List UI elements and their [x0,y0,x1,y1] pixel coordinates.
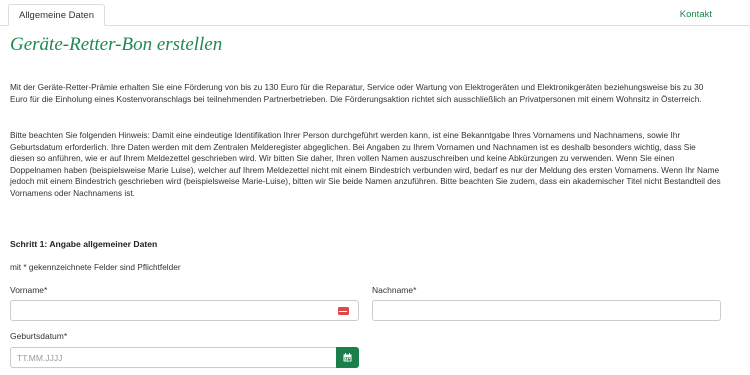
autofill-card-icon[interactable] [338,307,349,315]
first-name-label: Vorname* [10,285,48,295]
required-fields-note: mit * gekennzeichnete Felder sind Pflich… [10,262,181,272]
intro-text: Mit der Geräte-Retter-Prämie erhalten Si… [10,82,704,104]
kontakt-link[interactable]: Kontakt [680,9,712,20]
tab-bar: Allgemeine Daten Kontakt [0,0,750,26]
tab-bar-divider [0,25,750,26]
birth-date-label: Geburtsdatum* [10,331,68,341]
first-name-field-wrapper [10,300,359,321]
birth-date-field-wrapper [10,347,336,368]
tab-allgemeine-daten[interactable]: Allgemeine Daten [8,4,105,26]
notice-text: Bitte beachten Sie folgenden Hinweis: Da… [10,130,721,198]
calendar-icon [343,353,352,362]
first-name-input[interactable] [11,301,358,321]
calendar-button[interactable] [336,347,359,368]
last-name-field-wrapper [372,300,721,321]
birth-date-input[interactable] [11,348,336,368]
last-name-input[interactable] [373,301,720,321]
birth-date-group [10,347,359,368]
last-name-label: Nachname* [372,285,417,295]
step-heading: Schritt 1: Angabe allgemeiner Daten [10,239,158,249]
page-title: Geräte-Retter-Bon erstellen [10,34,223,55]
